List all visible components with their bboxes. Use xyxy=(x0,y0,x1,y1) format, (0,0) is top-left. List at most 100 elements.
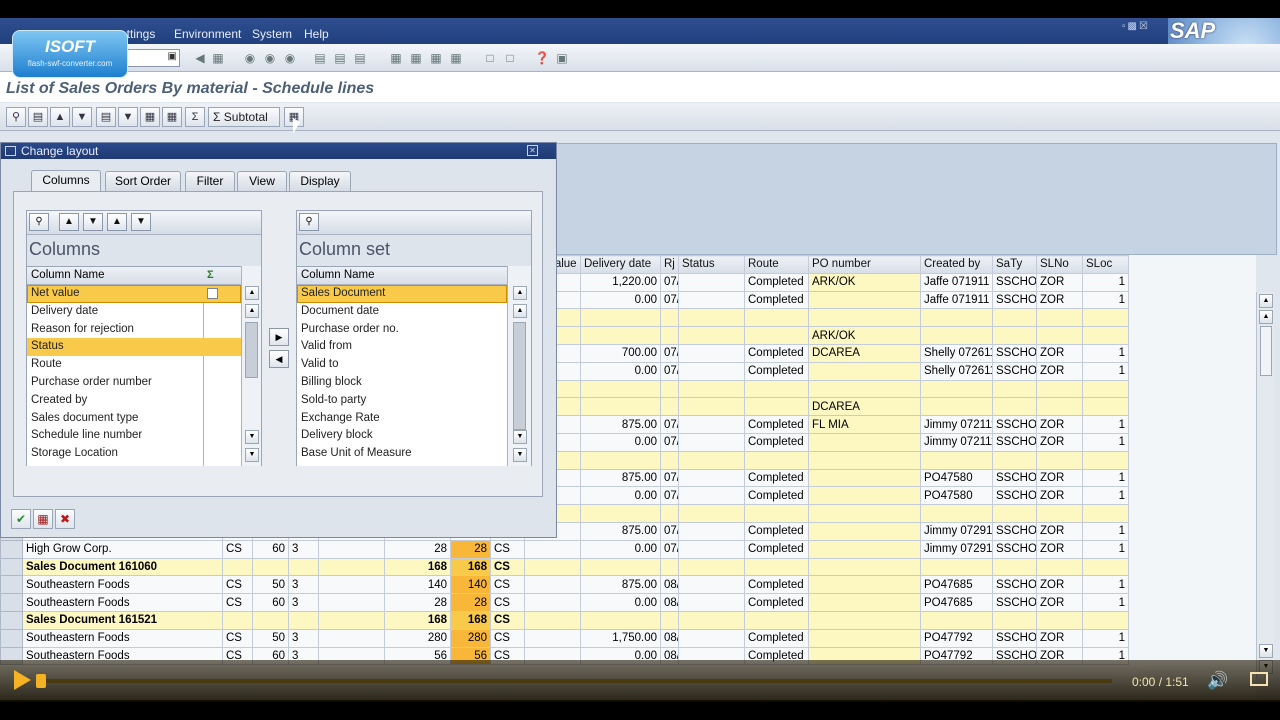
column-header-delivery-date[interactable]: Delivery date xyxy=(580,255,661,274)
window-controls[interactable]: ▫▩☒ xyxy=(1122,21,1150,32)
table-row[interactable]: Southeastern FoodsCS6032828CS0.0008/06/2… xyxy=(0,593,1129,612)
subtotal-row[interactable]: Sales Document 161521 168 168 CS xyxy=(0,610,1129,630)
scroll-page-up-icon[interactable]: ▲ xyxy=(245,304,259,318)
column-set-list-item[interactable]: Exchange Rate xyxy=(297,410,507,428)
find-icon[interactable]: ▤ xyxy=(332,50,348,66)
volume-icon[interactable]: 🔊 xyxy=(1207,671,1228,691)
menu-system[interactable]: System xyxy=(252,27,292,41)
save-layout-icon[interactable]: ▦ xyxy=(33,509,53,529)
fullscreen-icon[interactable] xyxy=(1250,672,1268,686)
remove-column-icon[interactable]: ◀ xyxy=(269,350,289,368)
move-bottom-icon[interactable]: ▼ xyxy=(131,213,151,231)
scroll-page-down-icon[interactable]: ▼ xyxy=(1259,644,1273,658)
scroll-up-icon[interactable]: ▲ xyxy=(513,286,527,300)
sort-descending-icon[interactable]: ▼ xyxy=(72,107,92,127)
column-set-list-item[interactable]: Purchase order no. xyxy=(297,321,507,339)
scroll-page-down-icon[interactable]: ▼ xyxy=(513,430,527,444)
column-header-created-by[interactable]: Created by xyxy=(920,255,993,274)
next-page-icon[interactable]: ▦ xyxy=(428,50,444,66)
grid-vertical-scrollbar[interactable]: ▲ ▲ ▼ ▼ xyxy=(1256,292,1274,678)
column-set-list-item[interactable]: Billing block xyxy=(297,374,507,392)
video-progress-track[interactable] xyxy=(42,679,1112,683)
available-column-list-item[interactable]: Purchase order number xyxy=(27,374,241,392)
exit-icon[interactable]: ◉ xyxy=(262,50,278,66)
available-column-list-item[interactable]: Sales document type xyxy=(27,410,241,428)
find-icon[interactable]: ⚲ xyxy=(299,213,319,231)
column-set-list-item[interactable]: Base Unit of Measure xyxy=(297,445,507,463)
column-header-sloc[interactable]: SLoc xyxy=(1082,255,1129,274)
scroll-down-icon[interactable]: ▼ xyxy=(245,448,259,462)
column-set-scrollbar[interactable]: ▲ ▲ ▼ ▼ xyxy=(507,266,531,466)
new-session-icon[interactable]: □ xyxy=(482,50,498,66)
confirm-icon[interactable]: ✔ xyxy=(11,509,31,529)
column-set-list-item[interactable]: Sold-to party xyxy=(297,392,507,410)
dialog-close-icon[interactable]: ✕ xyxy=(527,145,538,156)
available-column-list-item[interactable]: Status xyxy=(27,338,241,357)
table-row[interactable]: High Grow Corp.CS6032828CS0.0007/30/2011… xyxy=(0,539,1129,559)
column-header-status[interactable]: Status xyxy=(678,255,745,274)
back-nav-icon[interactable]: ◉ xyxy=(242,50,258,66)
play-icon[interactable] xyxy=(14,670,31,690)
command-field[interactable]: ▣ xyxy=(126,49,180,67)
sort-ascending-icon[interactable]: ▲ xyxy=(50,107,70,127)
menu-environment[interactable]: Environment xyxy=(174,27,241,41)
command-field-icon[interactable]: ▣ xyxy=(168,51,177,62)
help-icon[interactable]: ❓ xyxy=(534,50,550,66)
column-set-list-item[interactable]: Delivery block xyxy=(297,427,507,445)
move-down-icon[interactable]: ▼ xyxy=(83,213,103,231)
available-column-list-item[interactable]: Storage Location xyxy=(27,445,241,463)
shortcut-icon[interactable]: □ xyxy=(502,50,518,66)
details-icon[interactable]: ⚲ xyxy=(6,107,26,127)
cancel-icon[interactable]: ✖ xyxy=(55,509,75,529)
available-columns-scrollbar[interactable]: ▲ ▲ ▼ ▼ xyxy=(241,266,261,466)
tab-view[interactable]: View xyxy=(237,171,287,191)
scroll-page-up-icon[interactable]: ▲ xyxy=(1259,310,1273,324)
column-header-rj[interactable]: Rj xyxy=(660,255,679,274)
find-icon[interactable]: ⚲ xyxy=(29,213,49,231)
scroll-up-icon[interactable]: ▲ xyxy=(245,286,259,300)
video-progress-handle[interactable] xyxy=(36,674,46,688)
dialog-title-bar[interactable]: Change layout ✕ xyxy=(1,143,556,159)
customize-icon[interactable]: ▣ xyxy=(554,50,570,66)
available-column-list-item[interactable]: Route xyxy=(27,356,241,374)
scroll-down-icon[interactable]: ▼ xyxy=(513,448,527,462)
available-column-list-item[interactable]: Reason for rejection xyxy=(27,321,241,339)
row-selector[interactable] xyxy=(0,610,23,630)
row-selector[interactable] xyxy=(0,593,23,612)
column-set-list-item[interactable]: Valid from xyxy=(297,338,507,356)
column-set-list-item[interactable]: Document date xyxy=(297,303,507,321)
scroll-up-icon[interactable]: ▲ xyxy=(1259,294,1273,308)
row-selector[interactable] xyxy=(0,628,23,648)
menu-help[interactable]: Help xyxy=(304,27,329,41)
scroll-thumb[interactable] xyxy=(245,322,258,378)
print-preview-icon[interactable]: ▤ xyxy=(28,107,48,127)
sum-checkbox[interactable] xyxy=(207,288,218,299)
scroll-page-up-icon[interactable]: ▲ xyxy=(513,304,527,318)
tab-display[interactable]: Display xyxy=(289,171,351,191)
sum-icon[interactable]: Σ xyxy=(207,267,214,284)
available-column-list-item[interactable]: Schedule line number xyxy=(27,427,241,445)
available-column-list-item[interactable]: Net value xyxy=(27,285,241,303)
row-selector[interactable] xyxy=(0,557,23,577)
row-selector[interactable] xyxy=(0,575,23,595)
column-header-saty[interactable]: SaTy xyxy=(992,255,1037,274)
move-up-icon[interactable]: ▲ xyxy=(59,213,79,231)
filter-icon[interactable]: ▼ xyxy=(118,107,138,127)
column-header-slno[interactable]: SLNo xyxy=(1036,255,1083,274)
first-page-icon[interactable]: ▦ xyxy=(388,50,404,66)
prev-page-icon[interactable]: ▦ xyxy=(408,50,424,66)
scroll-page-down-icon[interactable]: ▼ xyxy=(245,430,259,444)
column-set-list-item[interactable]: Sales Document xyxy=(297,285,507,303)
tab-filter[interactable]: Filter xyxy=(185,171,235,191)
column-set-list-item[interactable]: Valid to xyxy=(297,356,507,374)
add-column-icon[interactable]: ▶ xyxy=(269,328,289,346)
available-column-list-item[interactable]: Delivery date xyxy=(27,303,241,321)
table-row[interactable]: Southeastern Foods CS 50 3 280 280 CS 1,750.00 0… xyxy=(0,628,1129,648)
scroll-thumb[interactable] xyxy=(1260,326,1272,376)
tab-sort-order[interactable]: Sort Order xyxy=(105,171,181,191)
back-icon[interactable]: ◀ xyxy=(192,50,208,66)
sum-icon[interactable]: Σ xyxy=(185,107,205,127)
export-icon[interactable]: ▦ xyxy=(140,107,160,127)
find-next-icon[interactable]: ▤ xyxy=(352,50,368,66)
subtotal-row[interactable]: Sales Document 161060 168 168 CS xyxy=(0,557,1129,577)
